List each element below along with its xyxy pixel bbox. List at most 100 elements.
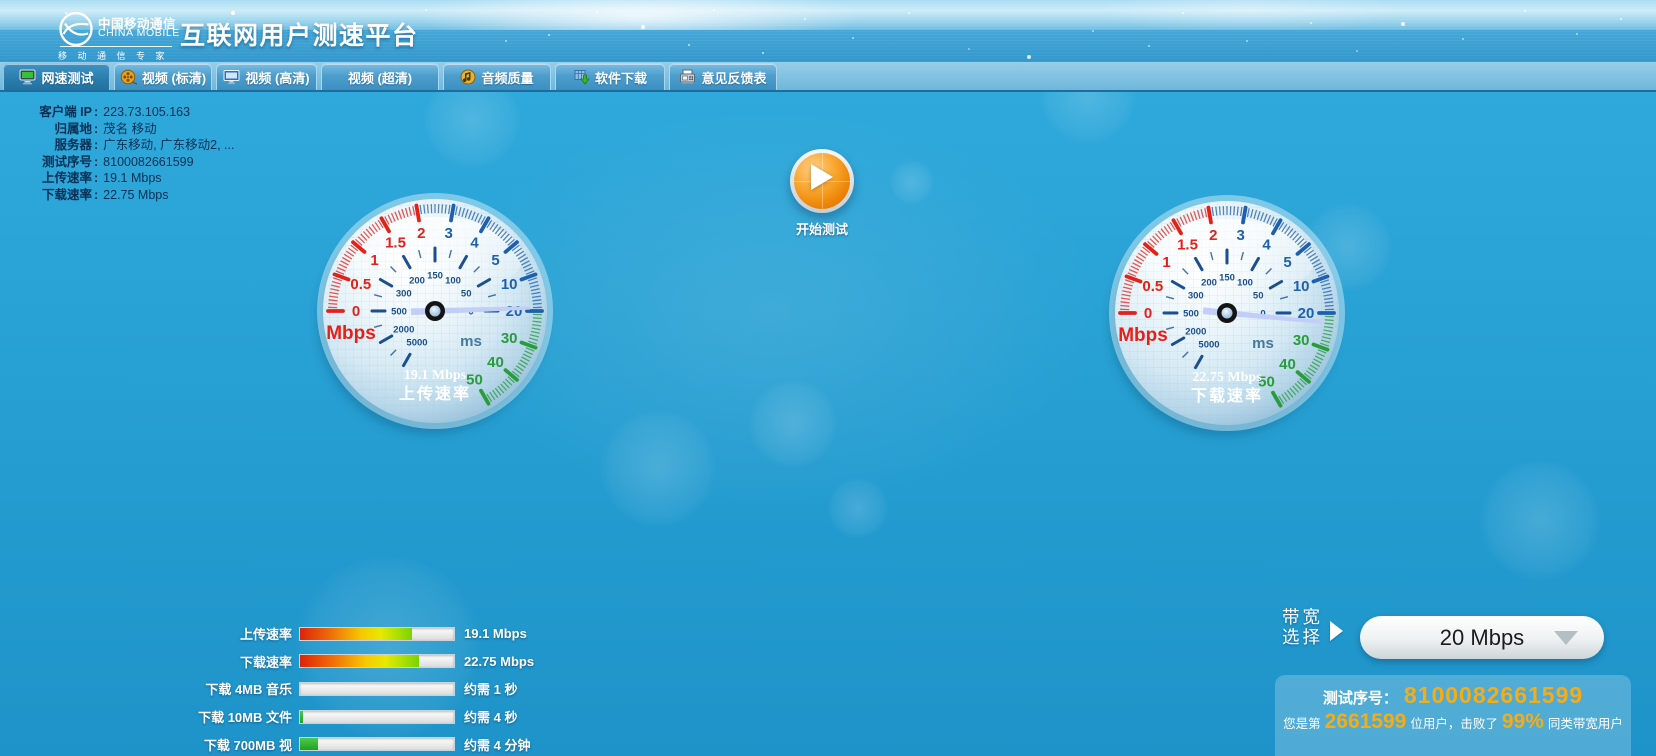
tab-software-download[interactable]: 软件下载 (555, 63, 665, 90)
svg-text:2: 2 (1209, 227, 1217, 244)
svg-text:5000: 5000 (406, 338, 427, 349)
bandwidth-select-label: 带宽 选择 (1282, 608, 1323, 647)
svg-text:5000: 5000 (1198, 340, 1219, 351)
svg-text:200: 200 (1201, 277, 1217, 288)
svg-text:ms: ms (460, 333, 482, 350)
bandwidth-label-line2: 选择 (1282, 628, 1323, 648)
bar-row: 下载 10MB 文件 约需 4 秒 (150, 703, 534, 731)
svg-text:1.5: 1.5 (385, 235, 406, 252)
svg-text:10: 10 (501, 276, 518, 293)
bar-value: 22.75 Mbps (464, 654, 534, 669)
svg-text:30: 30 (501, 330, 518, 347)
tab-speed-test[interactable]: 网速测试 (3, 63, 110, 90)
info-row: 上传速率:19.1 Mbps (14, 170, 234, 187)
result-panel: 测试序号： 8100082661599 您是第 2661599 位用户，击败了 … (1275, 675, 1631, 756)
info-row: 服务器:广东移动, 广东移动2, ... (14, 137, 234, 154)
bar-row: 下载 700MB 视 约需 4 分钟 (150, 730, 534, 756)
info-label: 服务器 (14, 137, 92, 154)
svg-text:0: 0 (1144, 305, 1152, 322)
info-value: 广东移动, 广东移动2, ... (103, 137, 234, 154)
logo-text-en: CHINA MOBILE (98, 27, 180, 39)
bar-row: 下载速率 22.75 Mbps (150, 648, 534, 676)
tab-video-sd[interactable]: 视频 (标清) (114, 63, 212, 90)
logo-slogan: 移 动 通 信 专 家 (58, 49, 169, 62)
start-test-button[interactable] (790, 149, 854, 213)
svg-text:20: 20 (506, 303, 523, 320)
svg-text:4: 4 (1262, 237, 1271, 254)
bar-label: 下载 700MB 视 (150, 735, 292, 754)
rank-number: 2661599 (1325, 710, 1407, 734)
svg-text:500: 500 (1183, 309, 1199, 320)
svg-text:300: 300 (396, 289, 412, 300)
bar-fill (300, 628, 412, 640)
bar-label: 下载 10MB 文件 (150, 707, 292, 726)
bandwidth-selected-value: 20 Mbps (1440, 625, 1524, 651)
svg-text:100: 100 (445, 275, 461, 286)
bar-label: 下载速率 (150, 652, 292, 671)
bar-fill (300, 711, 303, 723)
info-row: 客户端 IP:223.73.105.163 (14, 104, 234, 121)
svg-text:3: 3 (1237, 227, 1245, 244)
rank-middle: 位用户，击败了 (1410, 713, 1498, 732)
bar-track (299, 737, 455, 751)
fax-icon (679, 69, 696, 85)
serial-label: 测试序号： (1323, 687, 1398, 708)
info-colon: : (94, 104, 98, 121)
bar-value: 约需 4 分钟 (464, 735, 530, 754)
svg-text:50: 50 (461, 289, 472, 300)
bar-fill (300, 738, 318, 750)
bokeh-circle (749, 380, 837, 468)
china-mobile-emblem-icon (58, 11, 94, 49)
tab-video-hd[interactable]: 视频 (高清) (216, 63, 317, 90)
svg-text:1: 1 (370, 252, 378, 269)
info-row: 归属地:茂名 移动 (14, 121, 234, 138)
svg-text:1.5: 1.5 (1177, 237, 1198, 254)
tab-feedback-form[interactable]: 意见反馈表 (669, 63, 777, 90)
bandwidth-pointer-icon (1330, 621, 1343, 641)
svg-text:40: 40 (1279, 356, 1296, 373)
svg-text:0: 0 (352, 303, 360, 320)
bar-track (299, 710, 455, 724)
rank-suffix: 同类带宽用户 (1548, 713, 1623, 732)
bokeh-circle (424, 92, 520, 168)
speed-test-icon (19, 69, 36, 85)
svg-text:4: 4 (470, 235, 479, 252)
upload-gauge: 00.511.523451020304050050100150200300500… (305, 181, 565, 441)
tab-label: 软件下载 (595, 68, 647, 87)
bar-row: 下载 4MB 音乐约需 1 秒 (150, 675, 534, 703)
svg-text:5: 5 (491, 252, 499, 269)
svg-text:300: 300 (1188, 291, 1204, 302)
info-value: 茂名 移动 (103, 121, 156, 138)
rank-percent: 99% (1502, 710, 1544, 734)
bar-track (299, 682, 455, 696)
info-value: 19.1 Mbps (103, 170, 161, 187)
bar-track (299, 627, 455, 641)
bar-value: 约需 4 秒 (464, 707, 517, 726)
logo-divider (60, 46, 172, 47)
info-label: 归属地 (14, 121, 92, 138)
tab-label: 网速测试 (41, 68, 93, 87)
bar-label: 上传速率 (150, 624, 292, 643)
bokeh-circle (1480, 460, 1600, 580)
tab-audio-quality[interactable]: 音频质量 (443, 63, 551, 90)
svg-text:5: 5 (1283, 254, 1291, 271)
rank-line: 您是第 2661599 位用户，击败了 99% 同类带宽用户 (1275, 710, 1631, 734)
svg-text:500: 500 (391, 307, 407, 318)
tab-video-uhd[interactable]: 视频 (超清) (321, 63, 439, 90)
svg-text:150: 150 (427, 271, 443, 282)
bokeh-circle (1040, 92, 1136, 143)
svg-text:下载速率: 下载速率 (1191, 386, 1263, 405)
svg-text:150: 150 (1219, 273, 1235, 284)
svg-text:10: 10 (1293, 278, 1310, 295)
bar-fill (300, 655, 419, 667)
download-gauge: 00.511.523451020304050050100150200300500… (1097, 183, 1357, 443)
svg-text:100: 100 (1237, 277, 1253, 288)
svg-text:30: 30 (1293, 332, 1310, 349)
svg-text:3: 3 (445, 225, 453, 242)
info-label: 下载速率 (14, 187, 92, 204)
bandwidth-select[interactable]: 20 Mbps (1360, 616, 1604, 659)
tab-label: 视频 (标清) (142, 68, 206, 87)
rank-prefix: 您是第 (1283, 713, 1321, 732)
tab-label: 意见反馈表 (701, 68, 766, 87)
svg-text:0.5: 0.5 (1142, 278, 1163, 295)
